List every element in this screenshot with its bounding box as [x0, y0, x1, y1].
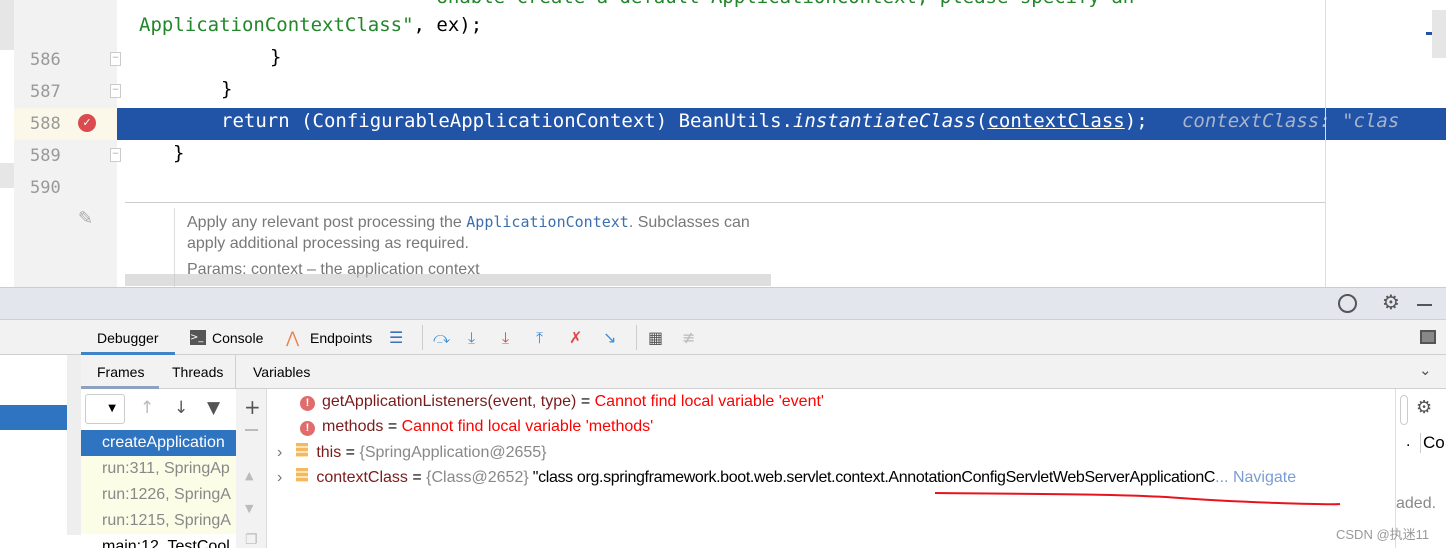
- editor-gutter: [14, 0, 117, 287]
- chevron-down-icon[interactable]: ⌄: [1419, 361, 1432, 379]
- variables-header: Variables ⌄: [236, 355, 1446, 389]
- line-number: 590: [30, 178, 61, 198]
- variable-row[interactable]: › this = {SpringApplication@2655}: [277, 443, 547, 462]
- horizontal-scrollbar[interactable]: [125, 274, 771, 286]
- code-line: }: [270, 46, 282, 68]
- right-panel-status: aded.: [1396, 495, 1437, 512]
- right-panel-item[interactable]: Co: [1420, 433, 1445, 453]
- thread-select[interactable]: ▼: [85, 394, 125, 424]
- tab-frames[interactable]: Frames: [81, 355, 159, 389]
- filter-icon[interactable]: ▼: [207, 398, 220, 418]
- expand-chevron-icon[interactable]: ›: [277, 444, 282, 461]
- error-icon: !: [300, 421, 315, 436]
- tool-window-header: ⚙: [0, 287, 1446, 320]
- code: (ConfigurableApplicationContext) BeanUti…: [301, 110, 793, 132]
- line-number: 588: [30, 114, 61, 134]
- variables-list: ! getApplicationListeners(event, type) = …: [267, 389, 1395, 548]
- expand-chevron-icon[interactable]: ›: [277, 469, 282, 486]
- frames-list: createApplication run:311, SpringAp run:…: [81, 430, 236, 548]
- fold-icon[interactable]: −: [110, 148, 121, 162]
- red-underline-annotation: [934, 492, 1341, 506]
- code: );: [1124, 110, 1148, 132]
- trace-stream-icon[interactable]: ≢: [682, 328, 695, 347]
- up-arrow-icon[interactable]: ↑: [140, 398, 154, 418]
- tab-label: Console: [212, 330, 264, 346]
- frame-item[interactable]: run:311, SpringAp: [81, 456, 236, 482]
- method-call: instantiateClass: [792, 110, 977, 132]
- tab-debugger[interactable]: Debugger: [81, 320, 175, 355]
- left-strip: [0, 0, 14, 287]
- string-literal: ApplicationContextClass": [139, 14, 414, 36]
- code-line: ApplicationContextClass", ex);: [139, 14, 483, 36]
- scroll-handle[interactable]: [1400, 395, 1408, 425]
- tab-label: Threads: [172, 364, 224, 380]
- step-out-icon[interactable]: ⤒: [536, 328, 543, 348]
- code: (: [976, 110, 988, 132]
- copy-icon[interactable]: ❐: [245, 532, 258, 548]
- drop-frame-icon[interactable]: ✗: [569, 328, 582, 347]
- fold-icon[interactable]: −: [110, 52, 121, 66]
- frame-item[interactable]: run:1215, SpringA: [81, 508, 236, 534]
- step-over-icon[interactable]: ⤼: [433, 328, 450, 348]
- add-watch-icon[interactable]: +: [244, 395, 261, 419]
- argument[interactable]: contextClass: [987, 110, 1124, 132]
- frame-item-selected[interactable]: createApplication: [81, 430, 236, 456]
- line-number: 589: [30, 146, 61, 166]
- target-icon[interactable]: [1338, 294, 1357, 313]
- move-down-icon[interactable]: ▼: [245, 502, 253, 515]
- frame-item[interactable]: main:12, TestCool: [81, 534, 236, 548]
- settings-gear-icon[interactable]: ⚙: [1382, 290, 1400, 314]
- step-into-icon[interactable]: ⤓: [468, 328, 475, 348]
- keyword: return: [221, 110, 290, 132]
- down-arrow-icon[interactable]: ↓: [174, 398, 188, 418]
- right-panel-dot: .: [1406, 433, 1411, 450]
- move-up-icon[interactable]: ▲: [245, 469, 253, 482]
- code-line: }: [173, 142, 185, 164]
- variable-row[interactable]: › contextClass = {Class@2652} "class org.…: [277, 468, 1296, 487]
- tab-label: Frames: [97, 364, 145, 380]
- left-panel: [0, 355, 81, 548]
- line-number: 586: [30, 50, 61, 70]
- run-to-cursor-icon[interactable]: ↘: [603, 328, 616, 347]
- frames-menu-icon[interactable]: ☰: [389, 328, 403, 347]
- layout-icon[interactable]: [1420, 330, 1436, 344]
- frame-item[interactable]: run:1226, SpringA: [81, 482, 236, 508]
- force-step-into-icon[interactable]: ⤓: [502, 328, 509, 348]
- minimize-icon[interactable]: [1417, 304, 1432, 306]
- remove-watch-icon[interactable]: [245, 429, 258, 431]
- tab-label: Endpoints: [310, 330, 373, 346]
- watermark: CSDN @执迷11: [1336, 527, 1430, 542]
- settings-gear-icon[interactable]: ⚙: [1416, 397, 1432, 418]
- doc-popup: Apply any relevant post processing the A…: [125, 202, 1325, 288]
- field-icon: [296, 443, 309, 457]
- scrollbar[interactable]: [1432, 10, 1446, 58]
- navigate-link[interactable]: Navigate: [1233, 469, 1296, 486]
- endpoints-icon: ⋀: [286, 328, 300, 347]
- variables-side-toolbar: + ▲ ▼ ❐: [236, 389, 267, 548]
- variables-title: Variables: [253, 364, 311, 380]
- code-line: }: [221, 78, 233, 100]
- fold-icon[interactable]: −: [110, 84, 121, 98]
- variable-row[interactable]: ! methods = Cannot find local variable 'm…: [300, 418, 653, 436]
- tab-label: Debugger: [97, 330, 159, 346]
- doc-text: Apply any relevant post processing the A…: [187, 213, 750, 231]
- right-margin-line: [1325, 0, 1326, 287]
- variable-row[interactable]: ! getApplicationListeners(event, type) = …: [300, 393, 824, 411]
- console-icon: >_: [190, 330, 206, 345]
- field-icon: [296, 468, 309, 482]
- error-icon: !: [300, 396, 315, 411]
- evaluate-expression-icon[interactable]: ▦: [648, 328, 663, 347]
- inline-value-hint: contextClass: "clas: [1181, 110, 1400, 132]
- breakpoint-icon[interactable]: ✓: [78, 114, 96, 132]
- code-line-current: return (ConfigurableApplicationContext) …: [221, 110, 1399, 132]
- code-line: "Unable create a default ApplicationCont…: [425, 0, 1134, 8]
- doc-text: apply additional processing as required.: [187, 235, 469, 252]
- line-number: 587: [30, 82, 61, 102]
- edit-pencil-icon[interactable]: ✎: [78, 208, 93, 229]
